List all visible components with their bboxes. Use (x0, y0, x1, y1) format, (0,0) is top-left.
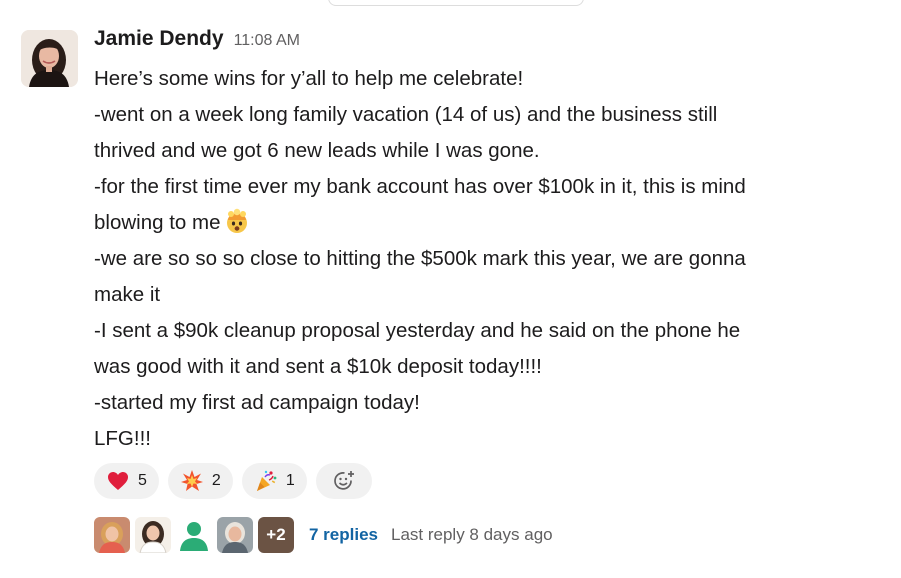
reply-avatar (94, 517, 130, 553)
reaction-heart[interactable]: 5 (94, 463, 159, 499)
message-line: make it (94, 283, 161, 306)
reply-avatar (176, 517, 212, 553)
date-divider-pill[interactable] (328, 0, 584, 6)
reply-avatar (135, 517, 171, 553)
message-line: -for the first time ever my bank account… (94, 175, 746, 198)
last-reply-time: Last reply 8 days ago (391, 525, 553, 544)
message-line: LFG!!! (94, 427, 151, 450)
message-line: was good with it and sent a $10k deposit… (94, 355, 542, 378)
message-line-with-emoji: blowing to me (94, 205, 884, 241)
message-line: -I sent a $90k cleanup proposal yesterda… (94, 319, 741, 342)
profile-photo-icon (217, 517, 253, 553)
reactions-bar: 5 2 1 (94, 463, 372, 499)
collision-icon (180, 470, 203, 491)
message-timestamp[interactable]: 11:08 AM (234, 32, 300, 50)
message-line: -started my first ad campaign today! (94, 391, 420, 414)
user-placeholder-icon (176, 517, 212, 553)
message-line: -we are so so so close to hitting the $5… (94, 247, 746, 270)
reaction-collision[interactable]: 2 (167, 463, 233, 499)
reaction-party-popper[interactable]: 1 (241, 463, 307, 499)
author-avatar[interactable] (21, 30, 78, 87)
profile-photo-icon (94, 517, 130, 553)
message-line: thrived and we got 6 new leads while I w… (94, 139, 540, 162)
profile-photo-icon (135, 517, 171, 553)
message-line: blowing to me (94, 211, 221, 234)
reaction-count: 2 (211, 472, 221, 489)
reaction-count: 1 (285, 472, 295, 489)
more-repliers-badge: +2 (258, 517, 294, 553)
profile-photo-icon (21, 30, 78, 87)
add-reaction-button[interactable] (315, 463, 372, 499)
reply-avatar (217, 517, 253, 553)
exploding-head-icon (227, 208, 248, 233)
thread-summary[interactable]: +2 7 replies Last reply 8 days ago (94, 517, 553, 553)
author-name[interactable]: Jamie Dendy (94, 27, 224, 51)
replies-link[interactable]: 7 replies (309, 525, 378, 545)
message-line: Here’s some wins for y’all to help me ce… (94, 67, 524, 90)
heart-icon (108, 472, 128, 490)
message-body: Here’s some wins for y’all to help me ce… (94, 61, 884, 457)
add-reaction-icon (333, 471, 354, 490)
reaction-count: 5 (138, 472, 147, 489)
message-line: -went on a week long family vacation (14… (94, 103, 718, 126)
party-popper-icon (256, 470, 277, 491)
